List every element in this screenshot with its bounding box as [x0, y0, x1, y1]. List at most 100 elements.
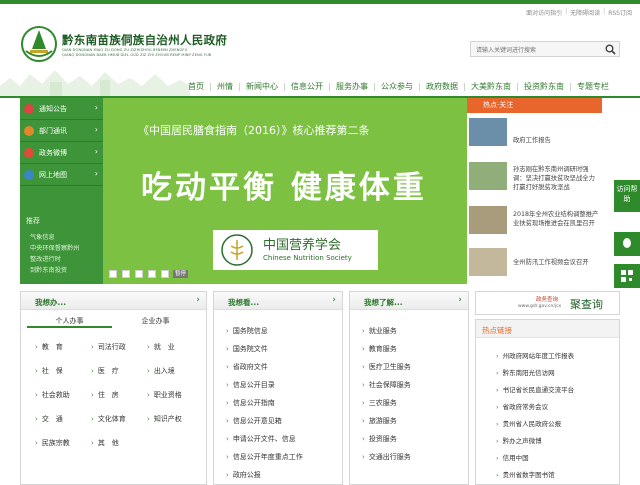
tab-enterprise[interactable]: 企业办事: [113, 314, 198, 328]
service-item[interactable]: › 社会救助: [35, 390, 70, 400]
service-item[interactable]: › 医 疗: [91, 366, 119, 376]
news-thumbnail[interactable]: [469, 162, 507, 190]
carousel-pause-button[interactable]: 暂停: [173, 270, 189, 278]
sidebar-item-notice[interactable]: 通知公告 ›: [20, 98, 103, 120]
service-item[interactable]: › 司法行政: [91, 342, 126, 352]
nav-data[interactable]: 政府数据: [420, 80, 464, 94]
list-item[interactable]: › 就业服务: [362, 326, 397, 336]
more-arrow-icon[interactable]: ›: [332, 295, 336, 305]
gov-query-small: 政务查询: [536, 297, 559, 303]
sidebar-item-dept[interactable]: 部门通讯 ›: [20, 120, 103, 142]
sidebar-item-label: 政务微博: [39, 149, 67, 157]
news-item[interactable]: 政府工作报告: [513, 136, 601, 145]
hot-link[interactable]: › 省政府常务会议: [496, 401, 548, 411]
service-item[interactable]: › 住 房: [91, 390, 119, 400]
news-thumbnail[interactable]: [469, 248, 507, 276]
news-item[interactable]: 2018年全州农业结构调整推产业扶贫现场推进会在凯里召开: [513, 210, 601, 228]
arrow-right-icon: ›: [94, 103, 98, 112]
top-link-accessibility[interactable]: 无障碍阅读: [570, 8, 600, 17]
gov-query-title: 聚查询: [570, 298, 603, 311]
carousel-dot[interactable]: [122, 270, 130, 278]
arrow-right-icon: ›: [94, 169, 98, 178]
qr-code-icon[interactable]: [614, 264, 640, 288]
service-item[interactable]: › 其 他: [91, 438, 119, 448]
list-item[interactable]: › 三农服务: [362, 398, 397, 408]
recommend-link[interactable]: 整改进行时: [30, 254, 61, 263]
carousel-dot[interactable]: [148, 270, 156, 278]
news-item[interactable]: 孙志刚在黔东南州调研时强调：坚决打赢扶贫攻坚战全力打赢打好脱贫攻坚战: [513, 165, 601, 192]
search-icon[interactable]: [605, 44, 616, 55]
notice-icon: [24, 104, 34, 114]
hot-link[interactable]: › 书记省长民直通交流平台: [496, 384, 574, 394]
qq-icon[interactable]: [614, 232, 640, 256]
list-item[interactable]: › 国务院文件: [226, 344, 268, 354]
more-arrow-icon[interactable]: ›: [458, 295, 462, 305]
list-item[interactable]: › 信息公开指南: [226, 398, 275, 408]
service-item[interactable]: › 就 业: [147, 342, 175, 352]
list-item[interactable]: › 省政府文件: [226, 362, 268, 372]
list-item[interactable]: › 教育服务: [362, 344, 397, 354]
list-item[interactable]: › 投资服务: [362, 434, 397, 444]
nav-state-info[interactable]: 州情: [211, 80, 239, 94]
top-link-rss[interactable]: RSS订阅: [608, 8, 632, 17]
panel-right-column: 政务查询 www.gdr.gov.cn/jcx 聚查询 热点链接 › 州政府网站年…: [475, 291, 620, 485]
carousel-dot[interactable]: [135, 270, 143, 278]
list-item[interactable]: › 交通出行服务: [362, 452, 411, 462]
nav-home[interactable]: 首页: [182, 80, 210, 94]
hot-link[interactable]: › 黔办之声微博: [496, 435, 542, 445]
top-link-guide[interactable]: 面对访问指引: [526, 8, 562, 17]
help-button[interactable]: 访问帮助: [614, 180, 640, 212]
tab-personal[interactable]: 个人办事: [27, 314, 112, 328]
news-thumbnail[interactable]: [469, 118, 507, 146]
hot-link[interactable]: › 州政府网站年度工作报表: [496, 350, 574, 360]
service-item[interactable]: › 知识产权: [147, 414, 182, 424]
sidebar-item-map[interactable]: 网上地图 ›: [20, 164, 103, 186]
service-item[interactable]: › 出入境: [147, 366, 175, 376]
hot-link[interactable]: › 黔东南阳光信访网: [496, 367, 555, 377]
list-item[interactable]: › 信息公开年度重点工作: [226, 452, 303, 462]
list-item[interactable]: › 申请公开文件、信息: [226, 434, 296, 444]
nav-public[interactable]: 公众参与: [375, 80, 419, 94]
nav-services[interactable]: 服务办事: [330, 80, 374, 94]
nav-news[interactable]: 新闻中心: [240, 80, 284, 94]
service-item[interactable]: › 交 通: [35, 414, 63, 424]
search-input[interactable]: 请输入关键词进行搜索: [470, 41, 620, 57]
carousel-dot[interactable]: [161, 270, 169, 278]
banner-carousel[interactable]: 《中国居民膳食指南（2016）》核心推荐第二条 吃动平衡 健康体重 中国营养学会…: [103, 98, 467, 284]
list-item[interactable]: › 国务院信息: [226, 326, 268, 336]
org-name-zh: 中国营养学会: [263, 238, 342, 253]
hot-link[interactable]: › 信用中国: [496, 452, 529, 462]
list-item[interactable]: › 医疗卫生服务: [362, 362, 411, 372]
site-logo-icon[interactable]: [20, 25, 58, 63]
nav-invest[interactable]: 投资黔东南: [518, 80, 570, 94]
recommend-link[interactable]: 中央环保督察黔州: [30, 243, 80, 252]
panel-i-want-to-know: 我想了解... › › 就业服务 › 教育服务 › 医疗卫生服务 › 社会保障服务 › 三…: [349, 291, 469, 485]
list-item[interactable]: › 信息公开意见箱: [226, 416, 282, 426]
site-title[interactable]: 黔东南苗族侗族自治州人民政府: [62, 32, 227, 48]
hot-link[interactable]: › 贵州省人民政府公报: [496, 418, 561, 428]
gov-query-banner[interactable]: 政务查询 www.gdr.gov.cn/jcx 聚查询: [475, 291, 620, 315]
service-item[interactable]: › 职业资格: [147, 390, 182, 400]
list-item[interactable]: › 信息公开目录: [226, 380, 275, 390]
nav-open-info[interactable]: 信息公开: [285, 80, 329, 94]
service-item[interactable]: › 民族宗教: [35, 438, 70, 448]
sidebar-item-weibo[interactable]: 政务微博 ›: [20, 142, 103, 164]
recommend-link[interactable]: 气象信息: [30, 232, 55, 241]
service-item[interactable]: › 文化体育: [91, 414, 126, 424]
panel-i-want-to-do: 我想办... › 个人办事 企业办事 › 教 育 › 司法行政 › 就 业 › 社 保 …: [20, 291, 207, 485]
list-item[interactable]: › 旅游服务: [362, 416, 397, 426]
nav-beauty[interactable]: 大美黔东南: [465, 80, 517, 94]
recommend-link[interactable]: 到黔东南投资: [30, 265, 67, 274]
carousel-dot[interactable]: [109, 270, 117, 278]
map-icon: [24, 170, 34, 180]
news-thumbnail[interactable]: [469, 206, 507, 234]
more-arrow-icon[interactable]: ›: [196, 295, 200, 305]
service-item[interactable]: › 教 育: [35, 342, 63, 352]
list-item[interactable]: › 社会保障服务: [362, 380, 411, 390]
panel-tabs: 个人办事 企业办事: [21, 314, 206, 328]
list-item[interactable]: › 政府公报: [226, 470, 261, 480]
nav-topics[interactable]: 专题专栏: [571, 80, 615, 94]
service-item[interactable]: › 社 保: [35, 366, 63, 376]
hot-link[interactable]: › 贵州省数字图书馆: [496, 469, 555, 479]
news-item[interactable]: 全州防汛工作视频会议召开: [513, 258, 601, 267]
